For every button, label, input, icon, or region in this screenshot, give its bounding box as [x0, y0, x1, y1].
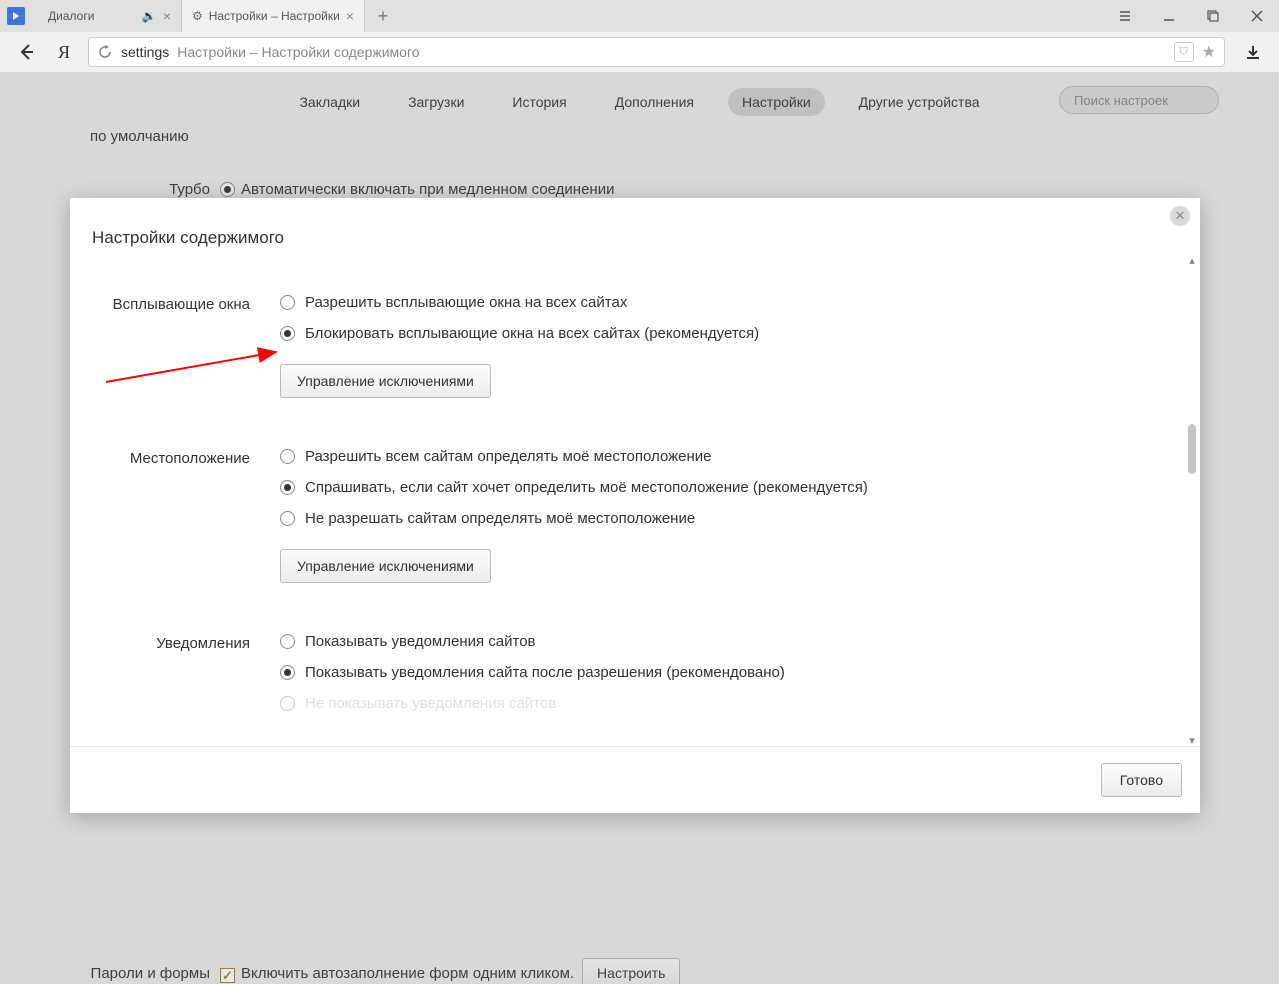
notifications-deny-row[interactable]: Не показывать уведомления сайтов	[280, 695, 1200, 712]
reload-icon[interactable]	[97, 44, 113, 60]
window-close-icon[interactable]	[1235, 0, 1279, 32]
option-text: Спрашивать, если сайт хочет определить м…	[305, 479, 868, 496]
option-text: Не показывать уведомления сайтов	[305, 695, 556, 712]
notifications-ask-row[interactable]: Показывать уведомления сайта после разре…	[280, 664, 1200, 681]
dialog-title: Настройки содержимого	[70, 198, 1200, 254]
option-text: Показывать уведомления сайтов	[305, 633, 536, 650]
dialog-close-icon[interactable]: ✕	[1170, 206, 1190, 226]
downloads-icon[interactable]	[1239, 38, 1267, 66]
minimize-icon[interactable]	[1147, 0, 1191, 32]
tab-title: Диалоги	[48, 9, 136, 23]
sound-icon[interactable]: 🔉	[142, 9, 157, 23]
omnibox-path: Настройки – Настройки содержимого	[177, 44, 419, 60]
notifications-label: Уведомления	[70, 633, 280, 726]
content-settings-dialog: ✕ Настройки содержимого Всплывающие окна…	[70, 198, 1200, 813]
dialog-body: Всплывающие окна Разрешить всплывающие о…	[70, 254, 1200, 746]
scroll-down-icon[interactable]: ▾	[1186, 734, 1198, 746]
back-button[interactable]	[12, 38, 40, 66]
option-text: Показывать уведомления сайта после разре…	[305, 664, 785, 681]
radio-icon	[280, 480, 295, 495]
radio-icon	[280, 295, 295, 310]
radio-icon	[280, 665, 295, 680]
popups-block-row[interactable]: Блокировать всплывающие окна на всех сай…	[280, 325, 1200, 342]
dialog-footer: Готово	[70, 746, 1200, 813]
location-deny-row[interactable]: Не разрешать сайтам определять моё место…	[280, 510, 1200, 527]
new-tab-button[interactable]: +	[365, 0, 401, 32]
tab-strip: Диалоги 🔉 × ⚙ Настройки – Настройки × +	[0, 0, 1103, 32]
done-button[interactable]: Готово	[1101, 763, 1182, 797]
app-menu-icon[interactable]	[1103, 0, 1147, 32]
tab-title: Настройки – Настройки	[209, 9, 340, 23]
scroll-up-icon[interactable]: ▴	[1186, 254, 1198, 266]
notifications-show-row[interactable]: Показывать уведомления сайтов	[280, 633, 1200, 650]
location-label: Местоположение	[70, 448, 280, 583]
location-manage-button[interactable]: Управление исключениями	[280, 549, 491, 583]
app-icon[interactable]	[0, 0, 32, 32]
location-ask-row[interactable]: Спрашивать, если сайт хочет определить м…	[280, 479, 1200, 496]
gear-icon: ⚙	[192, 9, 203, 23]
bookmark-star-icon[interactable]: ★	[1202, 42, 1216, 62]
option-text: Разрешить всплывающие окна на всех сайта…	[305, 294, 627, 311]
radio-icon	[280, 696, 295, 711]
yandex-icon[interactable]: Я	[50, 38, 78, 66]
popups-manage-button[interactable]: Управление исключениями	[280, 364, 491, 398]
location-allow-row[interactable]: Разрешить всем сайтам определять моё мес…	[280, 448, 1200, 465]
dialog-scrollbar[interactable]: ▴ ▾	[1186, 254, 1198, 746]
radio-icon	[280, 634, 295, 649]
popups-allow-row[interactable]: Разрешить всплывающие окна на всех сайта…	[280, 294, 1200, 311]
scroll-thumb[interactable]	[1188, 424, 1196, 474]
window-controls	[1103, 0, 1279, 32]
section-location: Местоположение Разрешить всем сайтам опр…	[70, 448, 1200, 583]
tab-dialogs[interactable]: Диалоги 🔉 ×	[32, 0, 182, 32]
radio-icon	[280, 449, 295, 464]
omnibox[interactable]: settings Настройки – Настройки содержимо…	[88, 37, 1225, 67]
option-text: Блокировать всплывающие окна на всех сай…	[305, 325, 759, 342]
close-icon[interactable]: ×	[163, 8, 171, 24]
popups-label: Всплывающие окна	[70, 294, 280, 398]
titlebar: Диалоги 🔉 × ⚙ Настройки – Настройки × +	[0, 0, 1279, 32]
radio-icon	[280, 326, 295, 341]
option-text: Разрешить всем сайтам определять моё мес…	[305, 448, 712, 465]
address-bar: Я settings Настройки – Настройки содержи…	[0, 32, 1279, 72]
radio-icon	[280, 511, 295, 526]
maximize-icon[interactable]	[1191, 0, 1235, 32]
shield-icon[interactable]: ⛉	[1174, 42, 1194, 62]
close-icon[interactable]: ×	[346, 8, 354, 24]
section-popups: Всплывающие окна Разрешить всплывающие о…	[70, 294, 1200, 398]
omnibox-domain: settings	[121, 44, 169, 60]
option-text: Не разрешать сайтам определять моё место…	[305, 510, 695, 527]
tab-settings[interactable]: ⚙ Настройки – Настройки ×	[182, 0, 365, 32]
section-notifications: Уведомления Показывать уведомления сайто…	[70, 633, 1200, 726]
